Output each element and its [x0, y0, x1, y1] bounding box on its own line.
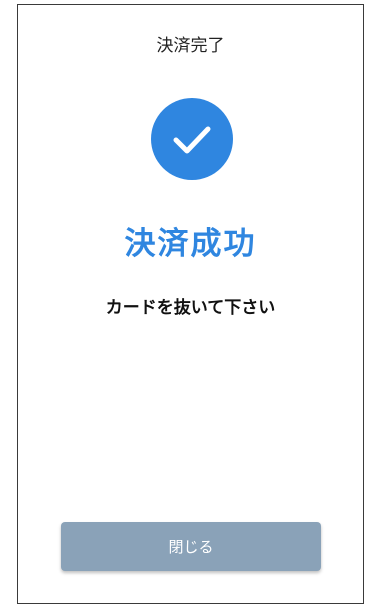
payment-complete-screen: 決済完了 決済成功 カードを抜いて下さい 閉じる [17, 4, 364, 604]
payment-success-title: 決済成功 [124, 226, 257, 262]
page-title: 決済完了 [156, 36, 225, 56]
check-icon [151, 98, 233, 180]
close-button[interactable]: 閉じる [61, 522, 321, 571]
remove-card-message: カードを抜いて下さい [105, 298, 276, 318]
